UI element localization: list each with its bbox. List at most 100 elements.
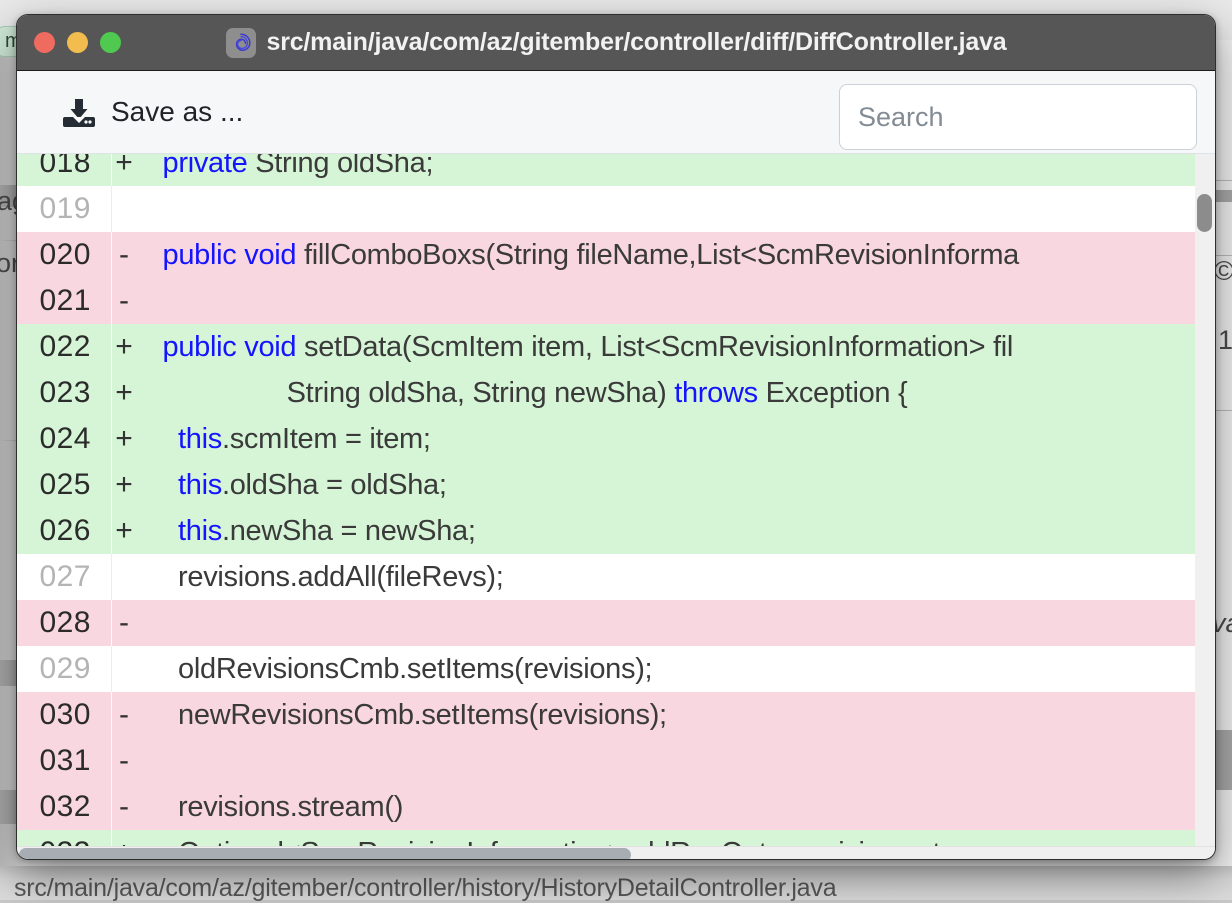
code-token: fillComboBoxs(String fileName,List<ScmRe… [296,239,1019,271]
diff-line-number: 023 [17,376,101,410]
gutter-divider [111,600,112,646]
diff-row[interactable]: 019 [17,186,1215,232]
code-keyword: this [178,423,222,455]
diff-code-text: oldRevisionsCmb.setItems(revisions); [147,653,652,686]
diff-line-number: 018 [17,154,101,180]
search-input[interactable] [839,84,1197,150]
window-title: src/main/java/com/az/gitember/controller… [267,28,1007,57]
gutter-divider [111,232,112,278]
diff-row[interactable]: 026+ this.newSha = newSha; [17,508,1215,554]
gutter-divider [111,554,112,600]
diff-code-text: private String oldSha; [147,154,433,180]
gutter-divider [111,508,112,554]
save-download-icon [61,94,97,130]
gutter-divider [111,692,112,738]
gutter-divider [111,462,112,508]
diff-row[interactable]: 023+ String oldSha, String newSha) throw… [17,370,1215,416]
diff-window: src/main/java/com/az/gitember/controller… [16,14,1216,860]
horizontal-scrollbar-track[interactable] [17,846,1215,860]
gutter-divider [111,646,112,692]
toolbar: Save as ... [17,71,1215,154]
code-token: Optional<ScmRevisionInformation> oldRevO… [178,837,1005,847]
diff-row[interactable]: 033+ Optional<ScmRevisionInformation> ol… [17,830,1215,846]
code-token: revisions.stream() [178,791,403,823]
diff-row[interactable]: 020- public void fillComboBoxs(String fi… [17,232,1215,278]
close-window-button[interactable] [34,32,55,53]
code-token: .oldSha = oldSha; [222,469,447,501]
gutter-divider [111,830,112,846]
diff-change-marker: + [101,154,147,180]
vertical-scrollbar-track[interactable] [1195,154,1215,846]
diff-row[interactable]: 018+ private String oldSha; [17,154,1215,186]
diff-row[interactable]: 027 revisions.addAll(fileRevs); [17,554,1215,600]
background-band [1216,730,1232,790]
code-token: .newSha = newSha; [222,515,476,547]
diff-row[interactable]: 024+ this.scmItem = item; [17,416,1215,462]
diff-line-number: 031 [17,744,101,778]
diff-viewport[interactable]: 018+ private String oldSha;019020- publi… [17,154,1215,846]
code-keyword: this [178,515,222,547]
minimize-window-button[interactable] [67,32,88,53]
diff-row[interactable]: 025+ this.oldSha = oldSha; [17,462,1215,508]
diff-change-marker: - [101,606,147,640]
diff-code-text: String oldSha, String newSha) throws Exc… [147,377,907,410]
diff-code-text: this.scmItem = item; [147,423,431,456]
diff-change-marker: - [101,744,147,778]
diff-line-number: 025 [17,468,101,502]
save-as-button[interactable]: Save as ... [55,90,249,134]
diff-change-marker: - [101,698,147,732]
diff-row[interactable]: 031- [17,738,1215,784]
diff-code-text: this.newSha = newSha; [147,515,476,548]
code-keyword: public void [163,331,297,363]
code-token: String oldSha, String newSha) [287,377,675,409]
diff-row[interactable]: 029 oldRevisionsCmb.setItems(revisions); [17,646,1215,692]
background-band [1216,190,1232,202]
background-bottom-path: src/main/java/com/az/gitember/controller… [14,874,836,903]
diff-line-number: 026 [17,514,101,548]
code-token: revisions.addAll(fileRevs); [178,561,504,593]
gutter-divider [111,186,112,232]
diff-line-number: 019 [17,192,101,226]
diff-row[interactable]: 022+ public void setData(ScmItem item, L… [17,324,1215,370]
code-token: .scmItem = item; [222,423,431,455]
vertical-scrollbar-thumb[interactable] [1197,194,1212,232]
diff-line-number: 032 [17,790,101,824]
gutter-divider [111,370,112,416]
background-rule [1216,410,1232,411]
background-rule [1216,180,1232,181]
diff-code-text: newRevisionsCmb.setItems(revisions); [147,699,667,732]
gutter-divider [111,278,112,324]
code-token: oldRevisionsCmb.setItems(revisions); [178,653,652,685]
code-token: Exception { [758,377,908,409]
diff-line-number: 021 [17,284,101,318]
diff-change-marker: - [101,284,147,318]
gutter-divider [111,784,112,830]
diff-change-marker: - [101,238,147,272]
diff-code-text: revisions.stream() [147,791,403,824]
save-as-label: Save as ... [111,96,243,128]
code-token: newRevisionsCmb.setItems(revisions); [178,699,667,731]
diff-line-number: 028 [17,606,101,640]
diff-row[interactable]: 030- newRevisionsCmb.setItems(revisions)… [17,692,1215,738]
diff-line-number: 029 [17,652,101,686]
diff-row[interactable]: 028- [17,600,1215,646]
diff-code-text: this.oldSha = oldSha; [147,469,447,502]
spiral-app-icon [226,28,256,58]
diff-change-marker: + [101,376,147,410]
diff-line-number: 022 [17,330,101,364]
diff-code-text: Optional<ScmRevisionInformation> oldRevO… [147,837,1005,847]
diff-change-marker: + [101,468,147,502]
diff-line-number: 030 [17,698,101,732]
gutter-divider [111,324,112,370]
maximize-window-button[interactable] [100,32,121,53]
window-titlebar[interactable]: src/main/java/com/az/gitember/controller… [17,15,1215,71]
code-keyword: public void [163,239,297,271]
diff-rows-container: 018+ private String oldSha;019020- publi… [17,154,1215,846]
diff-row[interactable]: 021- [17,278,1215,324]
diff-line-number: 027 [17,560,101,594]
diff-change-marker: + [101,514,147,548]
diff-row[interactable]: 032- revisions.stream() [17,784,1215,830]
horizontal-scrollbar-thumb[interactable] [19,848,631,860]
background-fragment: 1 [1218,325,1232,356]
window-title-group: src/main/java/com/az/gitember/controller… [17,15,1215,70]
